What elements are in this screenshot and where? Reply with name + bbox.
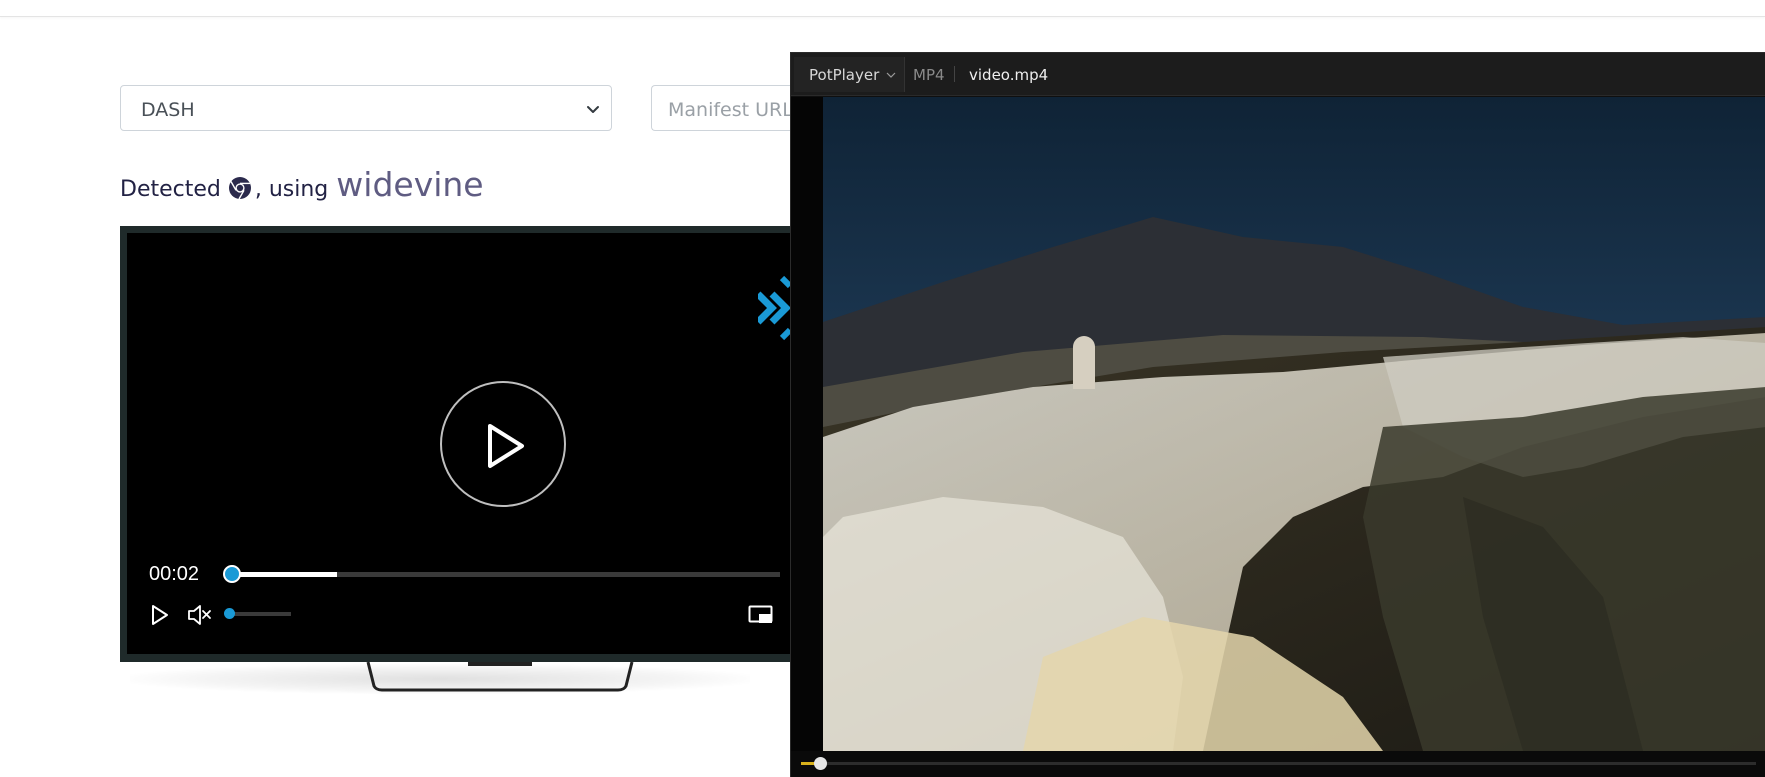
volume-handle[interactable] — [224, 608, 235, 619]
potplayer-format: MP4 — [913, 66, 945, 84]
detected-label: Detected — [120, 177, 221, 202]
browser-top-bar — [0, 0, 1765, 17]
protocol-select[interactable]: DASH — [120, 85, 612, 131]
potplayer-menu-button[interactable]: PotPlayer — [794, 57, 905, 92]
seek-buffer — [226, 572, 337, 577]
potplayer-seek-track[interactable] — [801, 762, 1756, 765]
drm-name: widevine — [336, 165, 484, 204]
chrome-icon — [228, 177, 251, 200]
bitmovin-logo — [758, 276, 790, 341]
potplayer-window: PotPlayer MP4 video.mp4 — [790, 52, 1765, 777]
volume-slider[interactable] — [224, 608, 291, 619]
chevron-down-icon — [587, 106, 599, 113]
picture-in-picture-icon[interactable] — [748, 604, 774, 626]
title-separator — [954, 66, 955, 82]
video-letterbox — [791, 97, 823, 751]
using-label: , using — [254, 177, 329, 202]
potplayer-title-bar[interactable]: PotPlayer MP4 video.mp4 — [791, 53, 1765, 96]
potplayer-seek-handle[interactable] — [814, 757, 827, 770]
big-play-button[interactable] — [440, 381, 566, 507]
seek-bar[interactable] — [223, 565, 780, 583]
drm-detection-line: Detected , using widevine — [120, 165, 484, 205]
video-frame[interactable] — [823, 97, 1765, 751]
potplayer-app-name: PotPlayer — [809, 66, 880, 84]
seek-handle[interactable] — [223, 565, 241, 583]
manifest-url-placeholder: Manifest URL — [668, 99, 793, 121]
potplayer-seek-area[interactable] — [791, 751, 1765, 777]
play-icon — [488, 424, 524, 468]
potplayer-filename: video.mp4 — [969, 66, 1049, 84]
mute-icon[interactable] — [187, 603, 213, 627]
current-time: 00:02 — [149, 563, 200, 585]
protocol-select-value: DASH — [141, 99, 195, 121]
chevron-down-icon — [886, 72, 896, 78]
tv-stand — [366, 662, 634, 692]
play-icon[interactable] — [150, 604, 170, 626]
